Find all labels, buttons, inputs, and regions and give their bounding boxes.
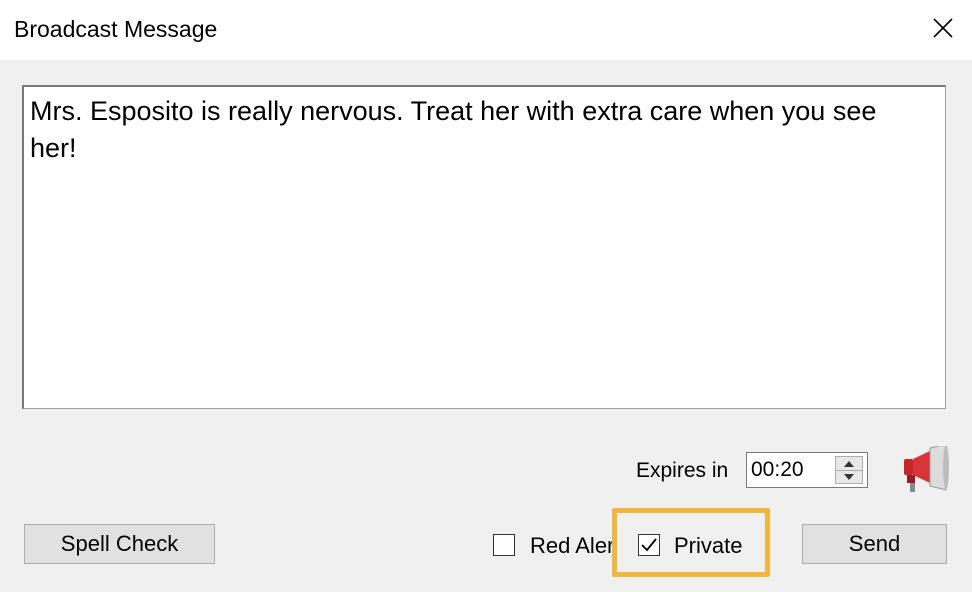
window-title: Broadcast Message xyxy=(14,16,218,42)
expires-time-value[interactable]: 00:20 xyxy=(751,458,804,482)
expires-label: Expires in xyxy=(636,459,729,482)
expires-time-stepper[interactable]: 00:20 xyxy=(746,452,868,488)
stepper-down-button[interactable] xyxy=(836,470,862,483)
send-button[interactable]: Send xyxy=(802,524,947,564)
close-button[interactable] xyxy=(922,10,964,48)
chevron-up-icon xyxy=(844,460,854,467)
message-text: Mrs. Esposito is really nervous. Treat h… xyxy=(30,96,877,163)
stepper-up-button[interactable] xyxy=(836,457,862,471)
private-highlight-box xyxy=(612,508,770,577)
broadcast-button[interactable] xyxy=(900,443,950,494)
chevron-down-icon xyxy=(844,473,854,480)
megaphone-icon xyxy=(904,443,949,492)
title-bar: Broadcast Message xyxy=(0,0,972,60)
message-textarea[interactable]: Mrs. Esposito is really nervous. Treat h… xyxy=(22,85,946,409)
spell-check-button[interactable]: Spell Check xyxy=(24,524,215,564)
close-icon xyxy=(933,18,953,38)
red-alert-checkbox[interactable] xyxy=(493,534,515,556)
red-alert-label[interactable]: Red Alert xyxy=(530,533,612,559)
stepper-buttons xyxy=(835,456,863,484)
